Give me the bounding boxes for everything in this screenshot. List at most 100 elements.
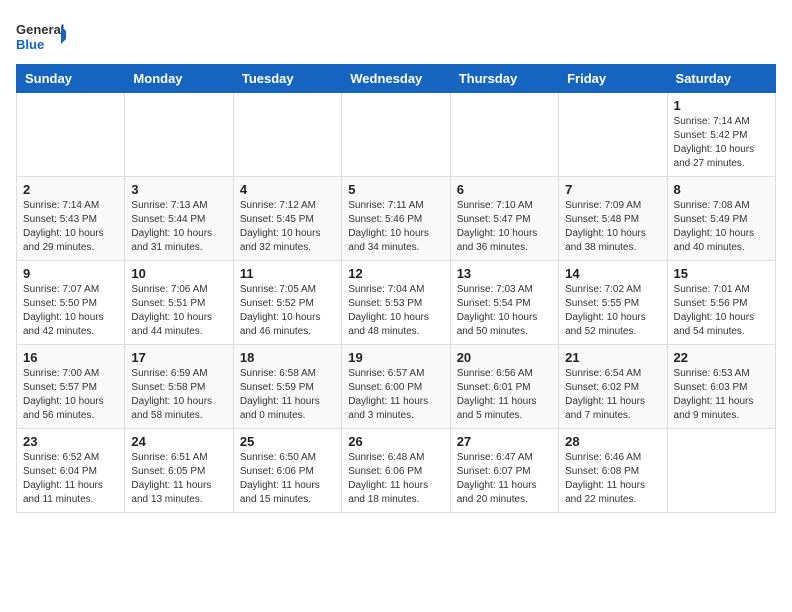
- day-info: Sunrise: 7:04 AM Sunset: 5:53 PM Dayligh…: [348, 283, 443, 339]
- calendar-cell: 24 Sunrise: 6:51 AM Sunset: 6:05 PM Dayli…: [125, 429, 233, 513]
- calendar-cell: [450, 93, 558, 177]
- day-info: Sunrise: 6:46 AM Sunset: 6:08 PM Dayligh…: [565, 451, 660, 507]
- calendar-cell: 1 Sunrise: 7:14 AM Sunset: 5:42 PM Daylig…: [667, 93, 775, 177]
- day-number: 13: [457, 266, 552, 281]
- calendar-cell: 25 Sunrise: 6:50 AM Sunset: 6:06 PM Dayli…: [233, 429, 341, 513]
- calendar-cell: 6Sunrise: 7:10 AM Sunset: 5:47 PM Daylig…: [450, 177, 558, 261]
- day-info: Sunrise: 6:54 AM Sunset: 6:02 PM Dayligh…: [565, 367, 660, 423]
- calendar-cell: 7 Sunrise: 7:09 AM Sunset: 5:48 PM Daylig…: [559, 177, 667, 261]
- weekday-header: Saturday: [667, 65, 775, 93]
- calendar-cell: [342, 93, 450, 177]
- day-number: 10: [131, 266, 226, 281]
- calendar-cell: 2Sunrise: 7:14 AM Sunset: 5:43 PM Daylig…: [17, 177, 125, 261]
- calendar-cell: [233, 93, 341, 177]
- calendar-cell: 8Sunrise: 7:08 AM Sunset: 5:49 PM Daylig…: [667, 177, 775, 261]
- day-info: Sunrise: 6:59 AM Sunset: 5:58 PM Dayligh…: [131, 367, 226, 423]
- calendar-cell: [17, 93, 125, 177]
- calendar-cell: 19Sunrise: 6:57 AM Sunset: 6:00 PM Dayli…: [342, 345, 450, 429]
- day-info: Sunrise: 6:52 AM Sunset: 6:04 PM Dayligh…: [23, 451, 118, 507]
- calendar-week-row: 16 Sunrise: 7:00 AM Sunset: 5:57 PM Dayli…: [17, 345, 776, 429]
- calendar-cell: 14 Sunrise: 7:02 AM Sunset: 5:55 PM Dayli…: [559, 261, 667, 345]
- calendar-cell: 4 Sunrise: 7:12 AM Sunset: 5:45 PM Daylig…: [233, 177, 341, 261]
- day-number: 21: [565, 350, 660, 365]
- day-number: 8: [674, 182, 769, 197]
- day-number: 1: [674, 98, 769, 113]
- calendar-cell: 13 Sunrise: 7:03 AM Sunset: 5:54 PM Dayli…: [450, 261, 558, 345]
- weekday-header: Wednesday: [342, 65, 450, 93]
- day-info: Sunrise: 6:53 AM Sunset: 6:03 PM Dayligh…: [674, 367, 769, 423]
- calendar-cell: 18 Sunrise: 6:58 AM Sunset: 5:59 PM Dayli…: [233, 345, 341, 429]
- day-info: Sunrise: 7:13 AM Sunset: 5:44 PM Dayligh…: [131, 199, 226, 255]
- day-number: 3: [131, 182, 226, 197]
- day-number: 11: [240, 266, 335, 281]
- day-number: 24: [131, 434, 226, 449]
- calendar-cell: 11 Sunrise: 7:05 AM Sunset: 5:52 PM Dayli…: [233, 261, 341, 345]
- day-number: 28: [565, 434, 660, 449]
- day-info: Sunrise: 7:14 AM Sunset: 5:42 PM Dayligh…: [674, 115, 769, 171]
- calendar-cell: 15 Sunrise: 7:01 AM Sunset: 5:56 PM Dayli…: [667, 261, 775, 345]
- day-number: 20: [457, 350, 552, 365]
- calendar-week-row: 9 Sunrise: 7:07 AM Sunset: 5:50 PM Daylig…: [17, 261, 776, 345]
- calendar-cell: 21 Sunrise: 6:54 AM Sunset: 6:02 PM Dayli…: [559, 345, 667, 429]
- weekday-header: Friday: [559, 65, 667, 93]
- calendar-cell: 16 Sunrise: 7:00 AM Sunset: 5:57 PM Dayli…: [17, 345, 125, 429]
- day-info: Sunrise: 7:01 AM Sunset: 5:56 PM Dayligh…: [674, 283, 769, 339]
- day-info: Sunrise: 6:57 AM Sunset: 6:00 PM Dayligh…: [348, 367, 443, 423]
- day-number: 22: [674, 350, 769, 365]
- calendar-cell: 22 Sunrise: 6:53 AM Sunset: 6:03 PM Dayli…: [667, 345, 775, 429]
- day-info: Sunrise: 7:09 AM Sunset: 5:48 PM Dayligh…: [565, 199, 660, 255]
- day-info: Sunrise: 6:50 AM Sunset: 6:06 PM Dayligh…: [240, 451, 335, 507]
- calendar-cell: 10 Sunrise: 7:06 AM Sunset: 5:51 PM Dayli…: [125, 261, 233, 345]
- calendar-week-row: 1 Sunrise: 7:14 AM Sunset: 5:42 PM Daylig…: [17, 93, 776, 177]
- weekday-header: Tuesday: [233, 65, 341, 93]
- day-number: 16: [23, 350, 118, 365]
- day-info: Sunrise: 7:02 AM Sunset: 5:55 PM Dayligh…: [565, 283, 660, 339]
- day-number: 14: [565, 266, 660, 281]
- svg-text:Blue: Blue: [16, 37, 44, 52]
- weekday-header: Sunday: [17, 65, 125, 93]
- day-info: Sunrise: 6:56 AM Sunset: 6:01 PM Dayligh…: [457, 367, 552, 423]
- day-number: 2: [23, 182, 118, 197]
- day-number: 26: [348, 434, 443, 449]
- day-number: 4: [240, 182, 335, 197]
- calendar-cell: 17Sunrise: 6:59 AM Sunset: 5:58 PM Dayli…: [125, 345, 233, 429]
- calendar-cell: 12Sunrise: 7:04 AM Sunset: 5:53 PM Dayli…: [342, 261, 450, 345]
- day-info: Sunrise: 7:11 AM Sunset: 5:46 PM Dayligh…: [348, 199, 443, 255]
- calendar-week-row: 2Sunrise: 7:14 AM Sunset: 5:43 PM Daylig…: [17, 177, 776, 261]
- day-number: 27: [457, 434, 552, 449]
- weekday-header: Monday: [125, 65, 233, 93]
- day-info: Sunrise: 6:51 AM Sunset: 6:05 PM Dayligh…: [131, 451, 226, 507]
- day-number: 23: [23, 434, 118, 449]
- calendar-cell: [559, 93, 667, 177]
- calendar-cell: 3 Sunrise: 7:13 AM Sunset: 5:44 PM Daylig…: [125, 177, 233, 261]
- day-info: Sunrise: 7:07 AM Sunset: 5:50 PM Dayligh…: [23, 283, 118, 339]
- day-info: Sunrise: 7:00 AM Sunset: 5:57 PM Dayligh…: [23, 367, 118, 423]
- calendar-cell: 9 Sunrise: 7:07 AM Sunset: 5:50 PM Daylig…: [17, 261, 125, 345]
- calendar-cell: 5 Sunrise: 7:11 AM Sunset: 5:46 PM Daylig…: [342, 177, 450, 261]
- calendar-cell: [125, 93, 233, 177]
- day-info: Sunrise: 6:58 AM Sunset: 5:59 PM Dayligh…: [240, 367, 335, 423]
- calendar-header-row: SundayMondayTuesdayWednesdayThursdayFrid…: [17, 65, 776, 93]
- day-number: 6: [457, 182, 552, 197]
- calendar-cell: [667, 429, 775, 513]
- day-number: 15: [674, 266, 769, 281]
- day-info: Sunrise: 6:47 AM Sunset: 6:07 PM Dayligh…: [457, 451, 552, 507]
- day-number: 25: [240, 434, 335, 449]
- logo: General Blue: [16, 16, 66, 56]
- day-number: 18: [240, 350, 335, 365]
- calendar-cell: 20 Sunrise: 6:56 AM Sunset: 6:01 PM Dayli…: [450, 345, 558, 429]
- logo-svg: General Blue: [16, 16, 66, 56]
- calendar-cell: 28 Sunrise: 6:46 AM Sunset: 6:08 PM Dayli…: [559, 429, 667, 513]
- day-number: 5: [348, 182, 443, 197]
- calendar-cell: 23 Sunrise: 6:52 AM Sunset: 6:04 PM Dayli…: [17, 429, 125, 513]
- day-info: Sunrise: 7:05 AM Sunset: 5:52 PM Dayligh…: [240, 283, 335, 339]
- calendar: SundayMondayTuesdayWednesdayThursdayFrid…: [16, 64, 776, 513]
- svg-text:General: General: [16, 22, 64, 37]
- day-info: Sunrise: 7:06 AM Sunset: 5:51 PM Dayligh…: [131, 283, 226, 339]
- weekday-header: Thursday: [450, 65, 558, 93]
- day-number: 9: [23, 266, 118, 281]
- day-number: 7: [565, 182, 660, 197]
- calendar-week-row: 23 Sunrise: 6:52 AM Sunset: 6:04 PM Dayli…: [17, 429, 776, 513]
- day-info: Sunrise: 7:12 AM Sunset: 5:45 PM Dayligh…: [240, 199, 335, 255]
- day-info: Sunrise: 7:03 AM Sunset: 5:54 PM Dayligh…: [457, 283, 552, 339]
